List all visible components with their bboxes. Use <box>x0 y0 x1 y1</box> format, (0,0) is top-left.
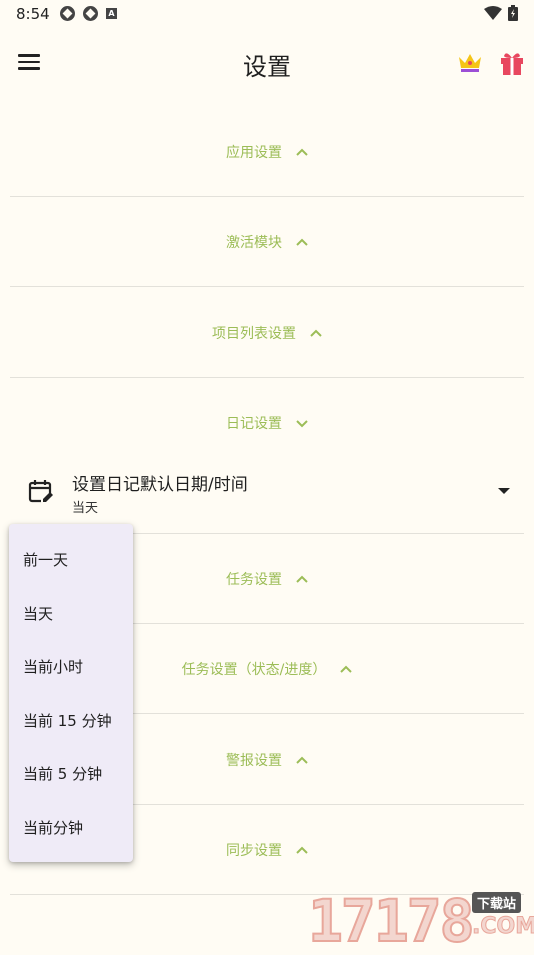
status-bar: 8:54 A <box>0 0 534 28</box>
divider <box>10 286 524 287</box>
section-label: 日记设置 <box>226 416 282 432</box>
chevron-up-icon <box>310 329 322 337</box>
gift-icon[interactable] <box>499 50 525 76</box>
section-label: 应用设置 <box>226 145 282 161</box>
setting-value: 当天 <box>72 501 99 516</box>
section-label: 任务设置（状态/进度） <box>181 662 327 678</box>
status-time: 8:54 <box>16 5 50 23</box>
menu-item-current-hour[interactable]: 当前小时 <box>9 641 133 695</box>
app-notification-icon <box>60 6 75 21</box>
watermark-digits: 17178 <box>307 887 476 955</box>
menu-item-current-5-min[interactable]: 当前 5 分钟 <box>9 748 133 802</box>
chevron-up-icon <box>340 665 353 673</box>
chevron-up-icon <box>296 846 308 854</box>
menu-item-previous-day[interactable]: 前一天 <box>9 534 133 588</box>
setting-title: 设置日记默认日期/时间 <box>72 475 248 495</box>
chevron-up-icon <box>296 238 308 246</box>
watermark-suffix: .COM <box>471 914 534 940</box>
status-right-icons <box>484 5 518 21</box>
section-label: 激活模块 <box>226 235 282 251</box>
chevron-up-icon <box>296 148 308 156</box>
section-activate-module[interactable]: 激活模块 <box>10 197 524 287</box>
section-label: 任务设置 <box>226 572 282 588</box>
app-notification-icon <box>83 6 98 21</box>
section-diary-settings[interactable]: 日记设置 <box>10 378 524 458</box>
app-bar: 设置 <box>0 28 534 98</box>
section-label: 项目列表设置 <box>212 326 296 342</box>
calendar-edit-icon <box>28 480 53 503</box>
section-label: 同步设置 <box>226 843 282 859</box>
chevron-up-icon <box>296 575 308 583</box>
menu-item-current-15-min[interactable]: 当前 15 分钟 <box>9 695 133 749</box>
a-letter-icon: A <box>106 8 117 19</box>
status-left-icons: A <box>60 6 117 21</box>
section-app-settings[interactable]: 应用设置 <box>10 107 524 197</box>
dropdown-arrow-icon[interactable] <box>498 488 510 494</box>
section-project-list-settings[interactable]: 项目列表设置 <box>10 288 524 378</box>
chevron-down-icon <box>296 420 308 428</box>
battery-icon <box>508 5 518 21</box>
date-option-menu: 前一天 当天 当前小时 当前 15 分钟 当前 5 分钟 当前分钟 <box>9 524 133 862</box>
crown-icon[interactable] <box>457 51 483 75</box>
section-label: 警报设置 <box>226 753 282 769</box>
page-title: 设置 <box>243 53 291 81</box>
menu-item-today[interactable]: 当天 <box>9 588 133 642</box>
watermark-logo: 17178 下载站 .COM <box>307 887 534 955</box>
diary-default-date-setting[interactable]: 设置日记默认日期/时间 当天 <box>10 458 524 534</box>
watermark-tag: 下载站 <box>472 892 522 913</box>
menu-item-current-minute[interactable]: 当前分钟 <box>9 802 133 856</box>
wifi-icon <box>484 6 502 20</box>
chevron-up-icon <box>296 756 308 764</box>
